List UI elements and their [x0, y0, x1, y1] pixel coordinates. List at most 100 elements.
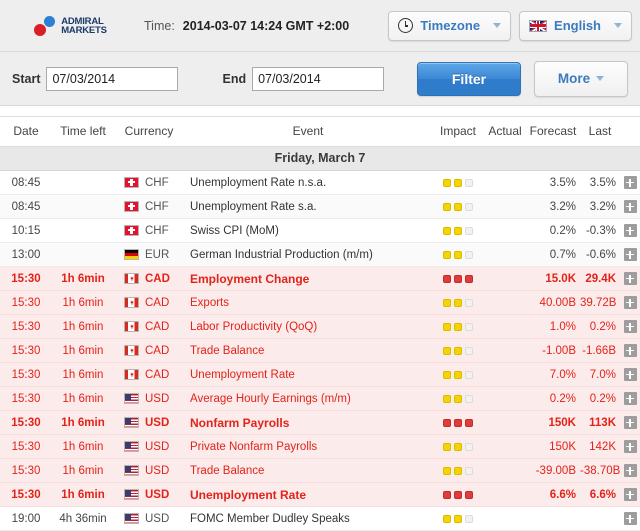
impact-dot	[443, 202, 451, 211]
cell-impact	[432, 410, 484, 435]
table-row[interactable]: 08:45 CHF Unemployment Rate n.s.a. 3.5% 3.5%	[0, 170, 640, 195]
expand-row-plus-icon[interactable]	[623, 224, 637, 237]
table-row[interactable]: 15:30 1h 6min USD Private Nonfarm Payrolls 1…	[0, 434, 640, 459]
cell-actual	[484, 242, 526, 267]
table-row[interactable]: 15:30 1h 6min CAD Labor Productivity (QoQ) 1…	[0, 314, 640, 339]
cell-impact	[432, 506, 484, 531]
cell-currency: USD	[114, 458, 184, 483]
column-header-last[interactable]: Last	[580, 117, 620, 147]
expand-row-plus-icon[interactable]	[623, 416, 637, 429]
column-header-forecast[interactable]: Forecast	[526, 117, 580, 147]
table-row[interactable]: 15:30 1h 6min USD Trade Balance -39.00B -38.7…	[0, 458, 640, 483]
cell-impact	[432, 338, 484, 363]
cell-date: 15:30	[0, 410, 52, 435]
end-date-input[interactable]	[252, 66, 385, 91]
table-row[interactable]: 15:30 1h 6min CAD Trade Balance -1.00B -1.66B	[0, 338, 640, 363]
impact-dot	[443, 490, 451, 499]
logo-line-2: MARKETS	[61, 24, 107, 36]
expand-row-plus-icon[interactable]	[623, 344, 637, 357]
top-bar: ADMIRAL MARKETS Time: 2014-03-07 14:24 G…	[0, 0, 640, 52]
cell-actual	[484, 170, 526, 195]
column-header-impact[interactable]: Impact	[432, 117, 484, 147]
more-label: More	[557, 71, 591, 86]
cell-expand	[620, 266, 640, 291]
expand-row-plus-icon[interactable]	[623, 200, 637, 213]
expand-row-plus-icon[interactable]	[623, 512, 637, 525]
table-row[interactable]: 08:45 CHF Unemployment Rate s.a. 3.2% 3.2%	[0, 194, 640, 219]
cell-date: 13:00	[0, 242, 52, 267]
impact-dot	[465, 202, 473, 211]
cell-actual	[484, 386, 526, 411]
cell-event-name: Labor Productivity (QoQ)	[184, 314, 432, 339]
expand-row-plus-icon[interactable]	[623, 272, 637, 285]
cell-last: 39.72B	[580, 290, 620, 315]
column-header-date[interactable]: Date	[0, 117, 52, 147]
cell-currency: USD	[114, 434, 184, 459]
cell-forecast: 3.5%	[526, 170, 580, 195]
day-group-row: Friday, March 7	[0, 146, 640, 171]
expand-row-plus-icon[interactable]	[623, 368, 637, 381]
column-header-time-left[interactable]: Time left	[52, 117, 114, 147]
column-header-actual[interactable]: Actual	[484, 117, 526, 147]
table-row[interactable]: 15:30 1h 6min USD Unemployment Rate 6.6% 6.6%	[0, 482, 640, 507]
impact-dot	[454, 442, 462, 451]
more-dropdown-button[interactable]: More	[534, 60, 628, 97]
expand-row-plus-icon[interactable]	[623, 488, 637, 501]
cell-event-name: Nonfarm Payrolls	[184, 410, 432, 435]
cell-impact	[432, 482, 484, 507]
impact-dot	[443, 346, 451, 355]
column-header-expand	[620, 117, 640, 147]
table-row[interactable]: 15:30 1h 6min CAD Unemployment Rate 7.0% 7.0%	[0, 362, 640, 387]
cell-last: 0.2%	[580, 314, 620, 339]
impact-dot	[465, 394, 473, 403]
table-row[interactable]: 10:15 CHF Swiss CPI (MoM) 0.2% -0.3%	[0, 218, 640, 243]
column-header-currency[interactable]: Currency	[114, 117, 184, 147]
expand-row-plus-icon[interactable]	[623, 296, 637, 309]
cell-time-left	[52, 218, 114, 243]
cell-date: 08:45	[0, 170, 52, 195]
filter-actions: Filter More	[417, 60, 628, 97]
table-row[interactable]: 15:30 1h 6min USD Nonfarm Payrolls 150K 113K	[0, 410, 640, 435]
timezone-label: Timezone	[420, 18, 481, 33]
table-row[interactable]: 15:30 1h 6min CAD Exports 40.00B 39.72B	[0, 290, 640, 315]
cell-expand	[620, 434, 640, 459]
column-header-event[interactable]: Event	[184, 117, 432, 147]
timezone-dropdown[interactable]: Timezone	[388, 10, 512, 41]
end-date-label: End	[222, 71, 247, 86]
cell-last: 3.5%	[580, 170, 620, 195]
currency-code: CAD	[145, 272, 170, 285]
expand-row-plus-icon[interactable]	[623, 320, 637, 333]
impact-dot	[465, 514, 473, 523]
cell-event-name: German Industrial Production (m/m)	[184, 242, 432, 267]
impact-dot	[465, 418, 473, 427]
brand-logo: ADMIRAL MARKETS	[0, 15, 140, 37]
table-row[interactable]: 15:30 1h 6min USD Average Hourly Earnings (…	[0, 386, 640, 411]
start-date-input[interactable]	[46, 66, 179, 91]
cell-last: -0.3%	[580, 218, 620, 243]
cell-time-left	[52, 170, 114, 195]
expand-row-plus-icon[interactable]	[623, 248, 637, 261]
expand-row-plus-icon[interactable]	[623, 464, 637, 477]
cell-expand	[620, 458, 640, 483]
impact-dot	[465, 322, 473, 331]
language-dropdown[interactable]: English	[519, 10, 632, 41]
expand-row-plus-icon[interactable]	[623, 176, 637, 189]
cell-forecast: 1.0%	[526, 314, 580, 339]
logo-text: ADMIRAL MARKETS	[61, 16, 107, 36]
currency-code: CAD	[145, 296, 170, 309]
table-row[interactable]: 13:00 EUR German Industrial Production (m/…	[0, 242, 640, 267]
cell-actual	[484, 506, 526, 531]
impact-dot	[454, 514, 462, 523]
table-row[interactable]: 19:00 4h 36min USD FOMC Member Dudley Speak…	[0, 506, 640, 531]
cad-flag-icon	[124, 345, 139, 356]
expand-row-plus-icon[interactable]	[623, 392, 637, 405]
filter-button[interactable]: Filter	[417, 61, 521, 96]
cell-actual	[484, 194, 526, 219]
impact-dot	[443, 226, 451, 235]
cell-forecast: 3.2%	[526, 194, 580, 219]
impact-dot	[443, 514, 451, 523]
cad-flag-icon	[124, 369, 139, 380]
table-row[interactable]: 15:30 1h 6min CAD Employment Change 15.0K 29.…	[0, 266, 640, 291]
impact-dot	[465, 274, 473, 283]
expand-row-plus-icon[interactable]	[623, 440, 637, 453]
